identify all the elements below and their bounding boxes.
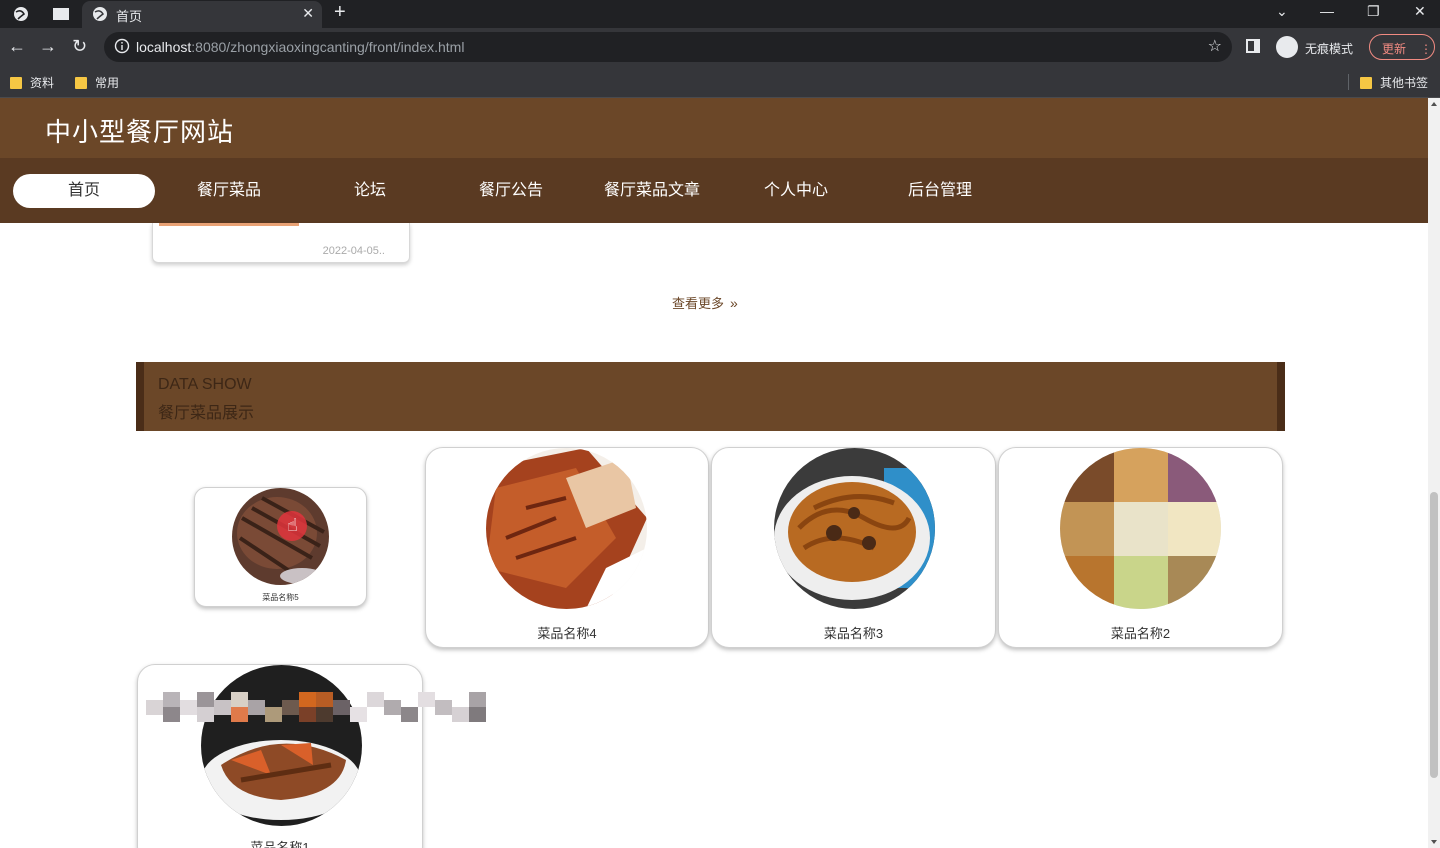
site-header: 中小型餐厅网站 <box>0 98 1428 158</box>
tab-title: 首页 <box>116 9 143 24</box>
dish-name: 菜品名称4 <box>537 626 597 641</box>
dish-name: 菜品名称5 <box>262 593 299 602</box>
section-banner: DATA SHOW 餐厅菜品展示 <box>136 362 1285 431</box>
nav-item-notices[interactable]: 餐厅公告 <box>440 174 582 208</box>
browser-tabbar: 首页 ✕ + ⌄ — ❐ ✕ <box>0 0 1440 28</box>
folder-icon <box>75 77 87 89</box>
info-icon[interactable] <box>114 38 130 54</box>
url-text: localhost:8080/zhongxiaoxingcanting/fron… <box>136 39 465 55</box>
dish-name: 菜品名称1 <box>250 840 310 848</box>
address-bar[interactable]: localhost:8080/zhongxiaoxingcanting/fron… <box>104 32 1232 62</box>
bookmark-folder-other[interactable]: 其他书签 <box>1360 74 1428 91</box>
folder-icon <box>1360 77 1372 89</box>
scroll-up-arrow-icon[interactable] <box>1431 102 1437 106</box>
update-button[interactable]: 更新 ⋮ <box>1369 34 1435 60</box>
tab-search-icon[interactable] <box>52 5 70 23</box>
view-more-link[interactable]: 查看更多» <box>672 293 738 312</box>
nav-item-articles[interactable]: 餐厅菜品文章 <box>581 174 723 208</box>
new-tab-button[interactable]: + <box>334 1 346 24</box>
restore-icon[interactable]: ❐ <box>1367 3 1380 20</box>
window-close-icon[interactable]: ✕ <box>1414 3 1426 20</box>
web-page: 中小型餐厅网站 首页 餐厅菜品 论坛 餐厅公告 餐厅菜品文章 个人中心 后台管理… <box>0 98 1428 848</box>
incognito-icon[interactable] <box>1276 36 1298 58</box>
scroll-down-arrow-icon[interactable] <box>1431 840 1437 844</box>
more-vert-icon[interactable]: ⋮ <box>1420 42 1432 56</box>
dish-card[interactable]: 菜品名称2 <box>998 447 1283 648</box>
minimize-icon[interactable]: — <box>1320 3 1334 19</box>
article-date: 2022-04-05.. <box>322 245 385 257</box>
nav-item-forum[interactable]: 论坛 <box>299 174 441 208</box>
globe-icon[interactable] <box>12 5 30 23</box>
dish-name: 菜品名称2 <box>1110 626 1171 641</box>
dish-image-steak[interactable] <box>232 488 329 585</box>
article-card[interactable]: 2022-04-05.. <box>152 223 410 263</box>
hand-cursor-icon: ☝ <box>287 515 298 535</box>
dish-card[interactable]: 菜品名称4 <box>425 447 709 648</box>
nav-item-profile[interactable]: 个人中心 <box>725 174 867 208</box>
reload-icon[interactable]: ↻ <box>72 36 87 56</box>
close-icon[interactable]: ✕ <box>302 5 314 22</box>
nav-item-home[interactable]: 首页 <box>13 174 155 208</box>
bookmarks-bar: 资料 常用 其他书签 <box>0 66 1440 98</box>
side-panel-icon[interactable] <box>1246 39 1260 53</box>
dish-name: 菜品名称3 <box>823 626 884 641</box>
browser-tab[interactable]: 首页 ✕ <box>82 1 322 28</box>
card-image-edge <box>159 223 299 226</box>
bookmark-separator <box>1348 74 1349 90</box>
dish-card[interactable]: ☝ 菜品名称5 <box>194 487 367 607</box>
dish-image-roast-pork[interactable] <box>486 448 647 609</box>
double-chevron-right-icon: » <box>730 295 738 311</box>
forward-arrow-icon[interactable]: → <box>39 36 57 56</box>
globe-icon <box>93 7 107 21</box>
incognito-label: 无痕模式 <box>1305 42 1354 56</box>
site-nav: 首页 餐厅菜品 论坛 餐厅公告 餐厅菜品文章 个人中心 后台管理 <box>0 158 1428 223</box>
dish-image-noodles[interactable] <box>774 448 935 609</box>
dish-image-sausage[interactable] <box>201 665 362 826</box>
dish-card[interactable]: 菜品名称3 <box>711 447 996 648</box>
scrollbar-thumb[interactable] <box>1430 492 1438 778</box>
section-title-en: DATA SHOW <box>158 376 252 393</box>
redacted-overlay <box>146 692 486 738</box>
bookmark-folder-data[interactable]: 资料 <box>10 74 54 91</box>
site-title: 中小型餐厅网站 <box>45 117 235 147</box>
tab-list-chevron-icon[interactable]: ⌄ <box>1276 3 1288 20</box>
folder-icon <box>10 77 22 89</box>
dish-image-platter[interactable] <box>1060 448 1221 609</box>
page-scrollbar[interactable] <box>1428 98 1440 848</box>
bookmark-folder-common[interactable]: 常用 <box>75 74 119 91</box>
nav-item-admin[interactable]: 后台管理 <box>869 174 1011 208</box>
bookmark-star-icon[interactable]: ☆ <box>1208 36 1222 56</box>
browser-toolbar: ← → ↻ localhost:8080/zhongxiaoxingcantin… <box>0 28 1440 66</box>
nav-item-dishes[interactable]: 餐厅菜品 <box>158 174 300 208</box>
back-arrow-icon[interactable]: ← <box>8 36 26 56</box>
section-title-zh: 餐厅菜品展示 <box>158 405 255 422</box>
